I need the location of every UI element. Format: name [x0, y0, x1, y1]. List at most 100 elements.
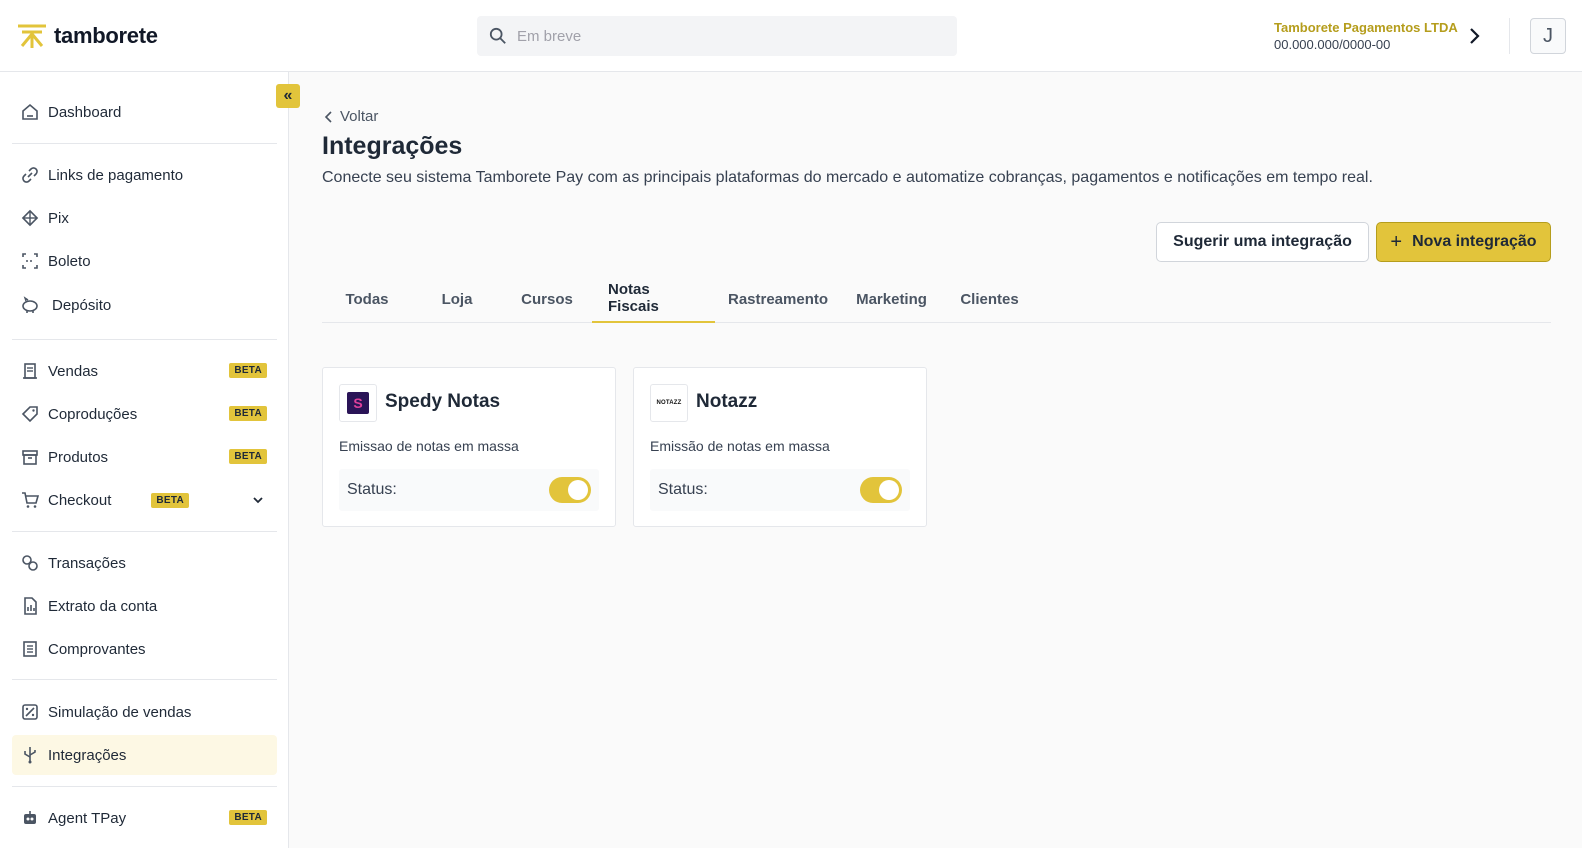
suggest-integration-button[interactable]: Sugerir uma integração	[1156, 222, 1369, 262]
tab-todas[interactable]: Todas	[322, 275, 412, 323]
back-label: Voltar	[340, 108, 379, 125]
top-bar: tamborete Tamborete Pagamentos LTDA 00.0…	[0, 0, 1582, 72]
tab-rastreamento[interactable]: Rastreamento	[715, 275, 841, 323]
chevron-down-icon[interactable]	[251, 493, 265, 507]
toggle-knob	[568, 480, 588, 500]
sidebar-item-produtos[interactable]: Produtos BETA	[12, 437, 277, 477]
beta-badge: BETA	[229, 449, 267, 464]
tab-clientes[interactable]: Clientes	[942, 275, 1037, 323]
status-toggle[interactable]	[860, 477, 902, 503]
usb-icon	[20, 745, 40, 765]
transactions-icon	[20, 553, 40, 573]
sidebar-item-label: Dashboard	[48, 103, 122, 121]
sidebar-item-simulacao[interactable]: Simulação de vendas	[12, 692, 277, 732]
spedy-logo-letter: S	[353, 395, 362, 411]
sidebar-item-label: Coproduções	[48, 405, 138, 423]
beta-badge: BETA	[229, 810, 267, 825]
sidebar-item-deposito[interactable]: Depósito	[12, 285, 277, 325]
sidebar-item-label: Transações	[48, 554, 126, 572]
sidebar-item-label: Depósito	[52, 296, 112, 314]
sidebar-item-transacoes[interactable]: Transações	[12, 543, 277, 583]
tab-loja[interactable]: Loja	[412, 275, 502, 323]
status-label: Status:	[658, 481, 708, 498]
back-link[interactable]: Voltar	[322, 108, 378, 125]
chevron-right-icon[interactable]	[1462, 24, 1486, 48]
sidebar-item-label: Boleto	[48, 252, 91, 270]
integration-card-spedy[interactable]: S Spedy Notas Emissao de notas em massa …	[322, 367, 616, 527]
page-title: Integrações	[322, 132, 463, 160]
integration-description: Emissao de notas em massa	[339, 438, 519, 454]
sidebar-item-dashboard[interactable]: Dashboard	[12, 92, 277, 132]
company-document: 00.000.000/0000-00	[1274, 37, 1391, 52]
avatar[interactable]: J	[1530, 18, 1566, 54]
sidebar-divider	[12, 679, 277, 680]
new-integration-button[interactable]: + Nova integração	[1376, 222, 1551, 262]
sidebar-item-comprovantes[interactable]: Comprovantes	[12, 629, 277, 669]
home-icon	[20, 102, 40, 122]
search-bar[interactable]	[477, 16, 957, 56]
sidebar-item-checkout[interactable]: Checkout BETA	[12, 480, 277, 520]
sidebar-divider	[12, 531, 277, 532]
sidebar-item-boleto[interactable]: Boleto	[12, 241, 277, 281]
barcode-icon	[20, 251, 40, 271]
sidebar-divider	[12, 339, 277, 340]
sidebar-item-label: Simulação de vendas	[48, 703, 192, 721]
new-integration-label: Nova integração	[1412, 233, 1537, 250]
integration-status: Status:	[650, 469, 910, 511]
plus-icon: +	[1390, 231, 1403, 253]
sidebar-item-integracoes[interactable]: Integrações	[12, 735, 277, 775]
tamborete-logo-icon	[18, 24, 46, 48]
tab-notas-fiscais[interactable]: Notas Fiscais	[592, 275, 715, 323]
notazz-logo-text: NOTAZZ	[656, 400, 682, 406]
sidebar-item-label: Comprovantes	[48, 640, 146, 658]
sidebar-item-label: Agent TPay	[48, 809, 127, 827]
list-icon	[20, 639, 40, 659]
statement-icon	[20, 596, 40, 616]
pix-icon	[20, 208, 40, 228]
search-icon	[489, 27, 506, 44]
company-info[interactable]: Tamborete Pagamentos LTDA 00.000.000/000…	[1274, 20, 1458, 52]
category-tabs: Todas Loja Cursos Notas Fiscais Rastream…	[322, 275, 1551, 323]
status-toggle[interactable]	[549, 477, 591, 503]
sidebar-item-links[interactable]: Links de pagamento	[12, 155, 277, 195]
beta-badge: BETA	[229, 363, 267, 378]
beta-badge: BETA	[229, 406, 267, 421]
piggy-bank-icon	[20, 295, 40, 315]
chevron-left-icon	[324, 110, 332, 123]
integration-card-notazz[interactable]: NOTAZZ Notazz Emissão de notas em massa …	[633, 367, 927, 527]
sidebar-item-extrato[interactable]: Extrato da conta	[12, 586, 277, 626]
spedy-logo: S	[339, 384, 377, 422]
tab-cursos[interactable]: Cursos	[502, 275, 592, 323]
sidebar-item-vendas[interactable]: Vendas BETA	[12, 351, 277, 391]
archive-icon	[20, 447, 40, 467]
search-input[interactable]	[517, 27, 937, 45]
toggle-knob	[879, 480, 899, 500]
sidebar-item-label: Links de pagamento	[48, 166, 184, 184]
sidebar-item-agent-tpay[interactable]: Agent TPay BETA	[12, 798, 277, 838]
integration-name: Notazz	[696, 391, 758, 412]
percent-icon	[20, 702, 40, 722]
sidebar-item-label: Extrato da conta	[48, 597, 158, 615]
tag-icon	[20, 404, 40, 424]
status-label: Status:	[347, 481, 397, 498]
sidebar-item-label: Vendas	[48, 362, 99, 380]
sidebar: « Dashboard Links de pagamento Pix Bolet…	[0, 72, 300, 848]
page-subtitle: Conecte seu sistema Tamborete Pay com as…	[322, 169, 1373, 186]
notazz-logo: NOTAZZ	[650, 384, 688, 422]
beta-badge: BETA	[151, 492, 190, 508]
receipt-icon	[20, 361, 40, 381]
collapse-sidebar-button[interactable]: «	[276, 84, 300, 108]
sidebar-item-label: Integrações	[48, 746, 127, 764]
header-divider	[1509, 18, 1510, 54]
link-icon	[20, 165, 40, 185]
robot-icon	[20, 808, 40, 828]
integration-description: Emissão de notas em massa	[650, 438, 830, 454]
cart-icon	[20, 490, 40, 510]
sidebar-item-coproducoes[interactable]: Coproduções BETA	[12, 394, 277, 434]
company-name: Tamborete Pagamentos LTDA	[1274, 20, 1458, 35]
tab-marketing[interactable]: Marketing	[841, 275, 942, 323]
logo[interactable]: tamborete	[16, 20, 158, 52]
sidebar-item-pix[interactable]: Pix	[12, 198, 277, 238]
sidebar-item-label: Checkout	[48, 491, 112, 509]
spedy-logo-icon: S	[347, 392, 369, 414]
